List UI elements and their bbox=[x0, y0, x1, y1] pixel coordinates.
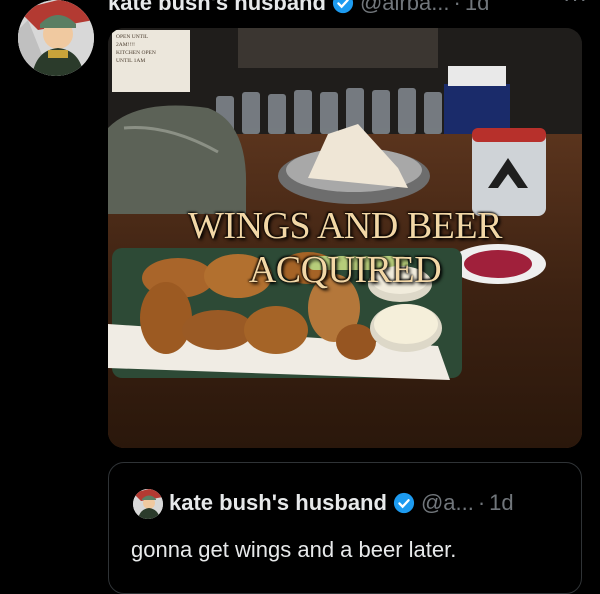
sign-line: KITCHEN OPEN bbox=[116, 50, 156, 56]
bar-sign: OPEN UNTIL 2AM!!!! KITCHEN OPEN UNTIL 1A… bbox=[112, 30, 190, 92]
verified-badge-icon bbox=[332, 0, 354, 14]
avatar[interactable] bbox=[18, 0, 94, 76]
quote-display-name[interactable]: kate bush's husband bbox=[169, 490, 387, 516]
sign-line: OPEN UNTIL bbox=[116, 34, 149, 40]
verified-badge-icon bbox=[393, 492, 415, 514]
separator-dot: · bbox=[477, 490, 486, 515]
more-options-icon[interactable]: ··· bbox=[563, 0, 588, 12]
tweet-photo[interactable]: OPEN UNTIL 2AM!!!! KITCHEN OPEN UNTIL 1A… bbox=[108, 28, 582, 448]
timestamp[interactable]: 1d bbox=[465, 0, 489, 16]
quote-text: gonna get wings and a beer later. bbox=[131, 537, 457, 562]
quote-handle[interactable]: @a... bbox=[421, 490, 474, 516]
quote-avatar[interactable] bbox=[133, 489, 163, 519]
sign-line: UNTIL 1AM bbox=[116, 58, 146, 64]
tweet-header: kate bush's husband @airba... · 1d bbox=[108, 0, 600, 18]
image-caption: WINGS AND BEER ACQUIRED bbox=[188, 205, 502, 291]
separator-dot: · bbox=[453, 0, 461, 15]
quote-timestamp[interactable]: 1d bbox=[489, 490, 513, 516]
quoted-tweet[interactable]: kate bush's husband @a... · 1d gonna get… bbox=[108, 462, 582, 594]
handle[interactable]: @airba... bbox=[360, 0, 450, 16]
display-name[interactable]: kate bush's husband bbox=[108, 0, 326, 16]
quote-header: kate bush's husband @a... · 1d bbox=[169, 490, 514, 516]
sign-line: 2AM!!!! bbox=[116, 42, 135, 48]
